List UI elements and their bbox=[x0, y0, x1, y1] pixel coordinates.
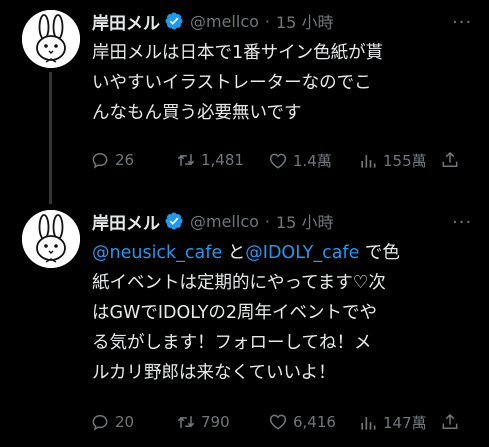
tweet-text-line: @neusick_cafe と@IDOLY_cafe で色 bbox=[92, 238, 472, 268]
retweet-icon bbox=[176, 412, 196, 432]
separator-dot: · bbox=[264, 11, 270, 31]
heart-icon bbox=[268, 151, 288, 171]
tweet-text-line: んなもん買う必要無いです bbox=[92, 103, 302, 123]
views-button[interactable]: 147萬 bbox=[358, 412, 427, 433]
like-button[interactable]: 6,416 bbox=[268, 412, 336, 432]
thread-connector-line bbox=[49, 72, 52, 204]
more-options-icon[interactable]: ··· bbox=[452, 12, 472, 33]
tweet-text-line: ルカリ野郎は来なくていいよ！ bbox=[92, 363, 336, 383]
bunny-avatar-icon[interactable] bbox=[22, 10, 80, 68]
like-count: 1.4萬 bbox=[293, 152, 332, 170]
tweet-actions: 20 790 6,416 147萬 bbox=[88, 412, 478, 436]
tweet-text: @neusick_cafe と@IDOLY_cafe で色 紙イベントは定期的に… bbox=[92, 238, 472, 388]
retweet-icon bbox=[176, 150, 196, 170]
heart-icon bbox=[268, 412, 288, 432]
tweet-text-line: いやすいイラストレーターなのでこ bbox=[92, 73, 372, 93]
author-name[interactable]: 岸田メル bbox=[92, 9, 160, 34]
tweet-text-line: 岸田メルは日本で1番サイン色紙が貰 bbox=[92, 43, 384, 63]
retweet-count: 1,481 bbox=[201, 151, 244, 169]
tweet-text-line: 紙イベントは定期的にやってます♡次 bbox=[92, 273, 386, 293]
reply-icon bbox=[90, 150, 110, 170]
author-handle[interactable]: @mellco bbox=[190, 212, 259, 231]
tweet-header: 岸田メル @mellco · 15 小時 bbox=[92, 8, 333, 34]
verified-badge-icon bbox=[164, 11, 184, 31]
tweet-text: 岸田メルは日本で1番サイン色紙が貰 いやすいイラストレーターなのでこ んなもん買… bbox=[92, 38, 472, 128]
verified-badge-icon bbox=[164, 211, 184, 231]
view-count: 147萬 bbox=[383, 414, 427, 432]
mention-link[interactable]: @neusick_cafe bbox=[92, 243, 222, 263]
author-handle[interactable]: @mellco bbox=[190, 12, 259, 31]
reply-count: 20 bbox=[115, 413, 135, 431]
separator-dot: · bbox=[264, 211, 270, 231]
bunny-avatar-icon[interactable] bbox=[22, 210, 80, 268]
reply-button[interactable]: 26 bbox=[90, 150, 134, 170]
more-options-icon[interactable]: ··· bbox=[452, 212, 472, 233]
retweet-button[interactable]: 790 bbox=[176, 412, 230, 432]
author-name[interactable]: 岸田メル bbox=[92, 209, 160, 234]
tweet-timestamp[interactable]: 15 小時 bbox=[276, 209, 333, 233]
tweet[interactable]: 岸田メル @mellco · 15 小時 ··· 岸田メルは日本で1番サイン色紙… bbox=[0, 0, 489, 204]
reply-icon bbox=[90, 412, 110, 432]
tweet-header: 岸田メル @mellco · 15 小時 bbox=[92, 208, 333, 234]
share-icon bbox=[440, 150, 460, 170]
share-button[interactable] bbox=[440, 150, 460, 170]
like-count: 6,416 bbox=[293, 413, 336, 431]
tweet-text-line: はGWでIDOLYの2周年イベントでや bbox=[92, 303, 378, 323]
share-button[interactable] bbox=[440, 412, 460, 432]
analytics-icon bbox=[358, 413, 378, 433]
tweet-timestamp[interactable]: 15 小時 bbox=[276, 9, 333, 33]
tweet-text-fragment: で色 bbox=[359, 243, 400, 263]
view-count: 155萬 bbox=[383, 152, 427, 170]
like-button[interactable]: 1.4萬 bbox=[268, 150, 332, 171]
connector-text: と bbox=[222, 243, 246, 263]
views-button[interactable]: 155萬 bbox=[358, 150, 427, 171]
share-icon bbox=[440, 412, 460, 432]
tweet[interactable]: 岸田メル @mellco · 15 小時 ··· @neusick_cafe と… bbox=[0, 200, 489, 447]
reply-button[interactable]: 20 bbox=[90, 412, 134, 432]
tweet-actions: 26 1,481 1.4萬 155萬 bbox=[88, 150, 478, 174]
mention-link[interactable]: @IDOLY_cafe bbox=[245, 243, 359, 263]
reply-count: 26 bbox=[115, 151, 135, 169]
tweet-text-line: る気がします！フォローしてね！メ bbox=[92, 333, 372, 353]
retweet-count: 790 bbox=[201, 413, 230, 431]
analytics-icon bbox=[358, 151, 378, 171]
retweet-button[interactable]: 1,481 bbox=[176, 150, 244, 170]
